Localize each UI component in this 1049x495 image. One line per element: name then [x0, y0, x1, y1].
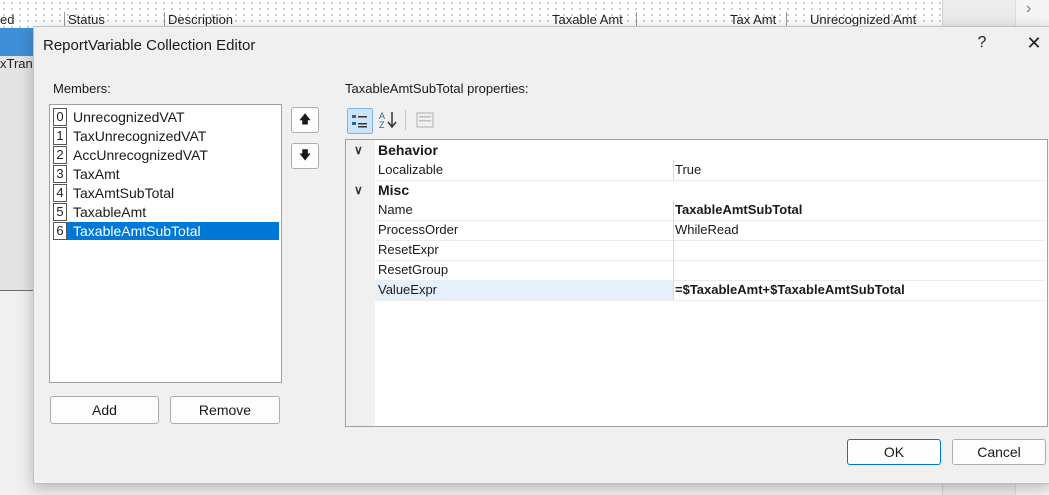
property-value[interactable]: [672, 240, 1045, 261]
collection-editor-dialog: ReportVariable Collection Editor ? ✕ Mem…: [33, 26, 1049, 484]
chevron-down-icon[interactable]: ∨: [354, 180, 363, 200]
member-name: UnrecognizedVAT: [73, 109, 185, 125]
member-index: 4: [53, 184, 67, 202]
property-row-localizable[interactable]: Localizable True: [346, 160, 1047, 181]
arrow-down-icon: 🡇: [298, 148, 312, 162]
cancel-button[interactable]: Cancel: [952, 439, 1046, 465]
member-name: AccUnrecognizedVAT: [73, 147, 208, 163]
property-name: ResetExpr: [375, 240, 674, 261]
members-list[interactable]: 0 UnrecognizedVAT 1 TaxUnrecognizedVAT 2 Ac…: [49, 104, 282, 383]
alphabetical-icon[interactable]: A Z: [376, 108, 400, 132]
row-label: xTran: [0, 56, 33, 71]
member-index: 6: [53, 222, 67, 240]
member-name: TaxableAmt: [73, 204, 147, 220]
add-button[interactable]: Add: [50, 396, 159, 424]
property-value[interactable]: TaxableAmtSubTotal: [672, 200, 1045, 221]
svg-text:Z: Z: [379, 120, 385, 130]
property-value[interactable]: True: [672, 160, 1045, 181]
list-item[interactable]: 0 UnrecognizedVAT: [53, 108, 279, 126]
properties-label: TaxableAmtSubTotal properties:: [345, 81, 529, 96]
property-row-resetgroup[interactable]: ResetGroup: [346, 260, 1047, 281]
property-row-name[interactable]: Name TaxableAmtSubTotal: [346, 200, 1047, 221]
property-value[interactable]: =$TaxableAmt+$TaxableAmtSubTotal: [672, 280, 1045, 301]
property-grid[interactable]: ∨ Behavior Localizable True ∨ Misc Name …: [345, 139, 1048, 427]
member-index: 0: [53, 108, 67, 126]
categorized-icon[interactable]: [347, 108, 373, 134]
move-down-button[interactable]: 🡇: [291, 143, 319, 169]
member-name: TaxAmt: [73, 166, 120, 182]
property-row-processorder[interactable]: ProcessOrder WhileRead: [346, 220, 1047, 241]
close-button[interactable]: ✕: [1024, 33, 1044, 54]
property-row-valueexpr[interactable]: ValueExpr =$TaxableAmt+$TaxableAmtSubTot…: [346, 280, 1047, 301]
property-pages-icon[interactable]: [413, 108, 437, 132]
move-up-button[interactable]: 🡅: [291, 107, 319, 133]
property-name: Name: [375, 200, 674, 221]
member-name: TaxUnrecognizedVAT: [73, 128, 207, 144]
member-index: 1: [53, 127, 67, 145]
column-header: ed: [0, 12, 15, 27]
list-item[interactable]: 2 AccUnrecognizedVAT: [53, 146, 279, 164]
category-row-misc[interactable]: ∨ Misc: [346, 180, 1047, 200]
chevron-down-icon[interactable]: ∨: [354, 140, 363, 160]
list-item-selected[interactable]: 6 TaxableAmtSubTotal: [53, 222, 279, 240]
member-name: TaxableAmtSubTotal: [73, 223, 201, 239]
property-value[interactable]: WhileRead: [672, 220, 1045, 241]
chevron-right-icon[interactable]: ›: [1026, 0, 1031, 18]
list-item[interactable]: 4 TaxAmtSubTotal: [53, 184, 279, 202]
category-name: Misc: [378, 182, 410, 198]
list-item[interactable]: 5 TaxableAmt: [53, 203, 279, 221]
property-name: ValueExpr: [375, 280, 674, 301]
property-value[interactable]: [672, 260, 1045, 281]
member-index: 2: [53, 146, 67, 164]
property-name: Localizable: [375, 160, 674, 181]
arrow-up-icon: 🡅: [298, 112, 312, 126]
toolbar-separator: [405, 110, 406, 130]
dialog-title: ReportVariable Collection Editor: [43, 37, 256, 54]
selected-row-header: [0, 28, 33, 56]
category-row-behavior[interactable]: ∨ Behavior: [346, 140, 1047, 160]
property-row-resetexpr[interactable]: ResetExpr: [346, 240, 1047, 261]
member-index: 5: [53, 203, 67, 221]
remove-button[interactable]: Remove: [170, 396, 280, 424]
ok-button[interactable]: OK: [847, 439, 941, 465]
member-index: 3: [53, 165, 67, 183]
list-item[interactable]: 3 TaxAmt: [53, 165, 279, 183]
category-name: Behavior: [378, 142, 438, 158]
members-label: Members:: [53, 81, 111, 96]
property-name: ProcessOrder: [375, 220, 674, 241]
member-name: TaxAmtSubTotal: [73, 185, 175, 201]
list-item[interactable]: 1 TaxUnrecognizedVAT: [53, 127, 279, 145]
help-button[interactable]: ?: [972, 34, 992, 52]
property-name: ResetGroup: [375, 260, 674, 281]
